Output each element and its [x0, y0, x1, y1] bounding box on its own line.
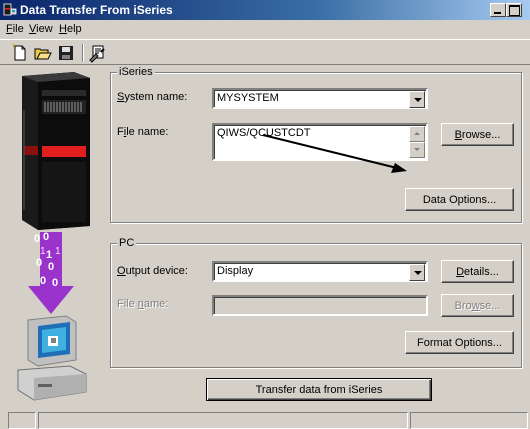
open-folder-button[interactable] — [33, 43, 53, 63]
system-name-label-post: ystem name: — [124, 91, 188, 103]
menu-view-label: iew — [36, 23, 53, 35]
iseries-browse-button[interactable]: Browse... — [441, 123, 514, 146]
menu-help[interactable]: Help — [59, 23, 82, 35]
menu-file[interactable]: File — [6, 23, 24, 35]
pc-browse-label-post: se... — [479, 299, 501, 312]
toolbar — [0, 39, 530, 65]
svg-text:0: 0 — [34, 233, 40, 245]
details-label: etails... — [464, 265, 499, 278]
format-options-button[interactable]: Format Options... — [405, 331, 514, 354]
svg-text:0: 0 — [52, 277, 58, 289]
pc-file-name-label: File name: — [117, 298, 168, 310]
iseries-group: iSeries System name: MYSYSTEM File name:… — [110, 66, 522, 223]
callout-arrow-icon — [262, 134, 407, 173]
open-folder-icon — [34, 48, 52, 60]
iseries-group-label: iSeries — [117, 66, 155, 78]
details-mnemonic: D — [456, 265, 465, 278]
status-pane-2 — [38, 412, 408, 429]
iseries-server-icon — [22, 72, 90, 230]
system-name-value: MYSYSTEM — [217, 92, 279, 104]
svg-text:1: 1 — [55, 246, 61, 257]
system-name-label: System name: — [117, 91, 187, 103]
svg-text:0: 0 — [36, 257, 42, 269]
transfer-illustration: 00 100 00 11 — [10, 70, 100, 408]
output-device-value: Display — [217, 265, 254, 277]
pc-group: PC Output device: Display Details... Fil… — [110, 237, 522, 368]
system-name-dropdown-button[interactable] — [409, 91, 425, 108]
title-bar[interactable]: Data Transfer From iSeries — [0, 0, 530, 20]
pc-file-name-label-pre: File — [117, 298, 138, 310]
menu-view[interactable]: View — [29, 23, 53, 35]
data-transfer-app-icon — [3, 3, 17, 16]
menu-bar: File View Help — [0, 20, 530, 38]
file-name-scroll-up[interactable] — [409, 126, 425, 142]
maximize-button[interactable] — [506, 3, 522, 17]
pc-browse-mnemonic: w — [471, 299, 480, 312]
pc-file-name-field[interactable] — [212, 295, 428, 316]
iseries-browse-mnemonic: B — [454, 128, 462, 141]
details-button[interactable]: Details... — [441, 260, 514, 283]
menu-file-mnemonic: F — [6, 23, 13, 35]
iseries-file-name-label-post: le name: — [126, 126, 169, 138]
pc-browse-label-pre: Bro — [454, 299, 472, 312]
new-document-button[interactable] — [10, 43, 30, 63]
pc-browse-button[interactable]: Bro w se... — [441, 294, 514, 317]
window-title: Data Transfer From iSeries — [20, 3, 173, 17]
file-name-scroll-down[interactable] — [409, 142, 425, 158]
status-bar — [0, 410, 530, 429]
output-device-label-post: utput device: — [125, 265, 188, 277]
iseries-file-name-label-pre: F — [117, 126, 124, 138]
menu-help-label: elp — [66, 23, 82, 35]
properties-button[interactable] — [88, 43, 108, 63]
svg-text:1: 1 — [40, 246, 46, 257]
iseries-browse-label: rowse... — [461, 128, 501, 141]
pc-file-name-label-post: ame: — [143, 298, 169, 310]
menu-help-mnemonic: H — [59, 23, 67, 35]
status-pane-3 — [410, 412, 528, 429]
main-panel: 00 100 00 11 iSeries System name: MYSYST… — [10, 66, 524, 408]
minimize-button[interactable] — [490, 3, 506, 17]
transfer-data-label: Transfer data from iSeries — [255, 383, 383, 396]
output-device-combobox[interactable]: Display — [212, 261, 428, 282]
save-disk-icon — [59, 46, 73, 60]
save-button[interactable] — [56, 43, 76, 63]
svg-text:0: 0 — [43, 231, 49, 243]
iseries-to-pc-illustration: 00 10 0 00 11 — [17, 72, 90, 401]
iseries-file-name-label: File name: — [117, 126, 168, 138]
output-device-label-mnemonic: O — [117, 265, 126, 277]
format-options-label: Format Options... — [417, 336, 502, 349]
app-window: Data Transfer From iSeries File View Hel… — [0, 0, 530, 429]
pc-computer-icon — [17, 315, 87, 401]
svg-text:1: 1 — [46, 249, 52, 261]
system-name-combobox[interactable]: MYSYSTEM — [212, 88, 428, 109]
output-device-dropdown-button[interactable] — [409, 264, 425, 281]
transfer-data-button[interactable]: Transfer data from iSeries — [206, 378, 432, 401]
status-pane-1 — [8, 412, 36, 429]
data-options-label: Data Options... — [422, 193, 497, 206]
menu-file-label: ile — [12, 23, 24, 35]
toolbar-separator — [82, 44, 84, 62]
new-document-icon — [12, 43, 26, 61]
svg-text:0: 0 — [48, 261, 54, 273]
output-device-label: Output device: — [117, 265, 188, 277]
pc-group-label: PC — [117, 237, 137, 249]
svg-text:0: 0 — [40, 275, 46, 287]
data-options-button[interactable]: Data Options... — [405, 188, 514, 211]
properties-icon — [89, 45, 105, 63]
data-transfer-arrow-icon: 00 10 0 00 11 — [28, 231, 74, 314]
